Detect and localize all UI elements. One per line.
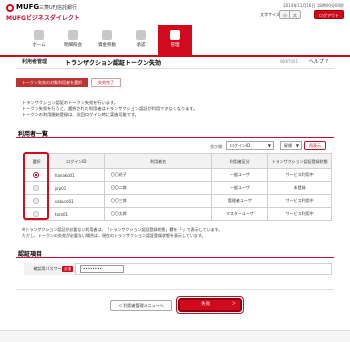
chevron-down-icon: ▼ (295, 143, 299, 148)
help-label: ヘルプ (308, 59, 324, 65)
section-divider (16, 137, 334, 138)
sort-label: 並び順： (210, 144, 226, 149)
revoke-button[interactable]: 失効 ＞ (178, 298, 242, 312)
table-row[interactable]: taro01 〇〇太郎 マスターユーザ サービス利用中 (24, 207, 332, 221)
nav-statements[interactable]: 明細照会 (56, 25, 90, 55)
help-icon: ? (325, 59, 328, 65)
intro-line: トークンの利用開始登録は、次回ログイン時に実施可能です。 (22, 112, 139, 117)
confirm-password-input[interactable]: •••••••• (80, 265, 124, 273)
font-size-label: 文字サイズ (260, 12, 280, 17)
table-row[interactable]: saburo01 〇〇三郎 管理者ユーザ サービス利用中 (24, 194, 332, 208)
screen-id: BKKT001 (280, 59, 298, 64)
chevron-left-icon: ＜ (118, 303, 123, 308)
intro-text: トランザクション認証のトークン失効を行います。 トークン失効を行うと、選択された… (22, 100, 322, 118)
user-type: マスターユーザ (211, 207, 269, 221)
nav-label: 明細照会 (64, 43, 82, 48)
step-next: 失効完了 (91, 78, 121, 87)
reorder-label: 再表示 (309, 143, 321, 148)
login-id: saburo01 (47, 194, 105, 208)
col-user-name: 利用者名 (103, 153, 213, 169)
settings-icon (170, 30, 180, 40)
table-header-row: 選択 ログインID 利用者名 利用者区分 トランザクション認証登録状態 (24, 153, 332, 169)
order-select[interactable]: 昇順 ▼ (280, 141, 302, 150)
order-select-value: 昇順 (284, 143, 292, 148)
select-column-highlight (23, 152, 49, 220)
login-id: hanako01 (47, 168, 105, 182)
chevron-right-icon: ＞ (231, 302, 237, 307)
footer-divider (16, 289, 334, 290)
approval-icon (136, 30, 146, 40)
table-note: ※トランザクション認証が必要ない利用者は、「トランザクション認証登録状態」欄を「… (22, 227, 322, 239)
user-type: 一般ユーザ (211, 168, 269, 182)
step-indicator: トークン失効の対象利用者を選択 失効完了 (16, 78, 124, 87)
auth-status: 未登録 (267, 181, 332, 195)
nav-label: ホーム (32, 43, 46, 48)
user-name: 〇〇三郎 (103, 194, 213, 208)
brand-logo-text: MUFG (16, 3, 40, 11)
nav-label: 管理 (170, 43, 180, 48)
back-to-menu-button[interactable]: ＜ 利用者管理メニューへ (110, 300, 172, 311)
reorder-button[interactable]: 再表示 (304, 141, 326, 150)
table-row[interactable]: hanako01 〇〇花子 一般ユーザ サービス利用中 (24, 168, 332, 182)
service-name: MUFGビジネスダイレクト (6, 15, 80, 22)
section-divider (16, 257, 334, 258)
help-link[interactable]: ヘルプ ? (309, 58, 328, 65)
user-name: 〇〇二郎 (103, 181, 213, 195)
logout-button[interactable]: ログアウト (314, 10, 344, 19)
home-icon (34, 30, 44, 40)
money-icon (102, 30, 112, 40)
login-id: taro01 (47, 207, 105, 221)
users-table: 選択 ログインID 利用者名 利用者区分 トランザクション認証登録状態 hana… (24, 153, 332, 221)
sort-select-value: ログインID (230, 143, 251, 148)
user-type: 一般ユーザ (211, 181, 269, 195)
auth-status: サービス利用中 (267, 207, 332, 221)
auth-status: サービス利用中 (267, 168, 332, 182)
required-badge: 必須 (62, 266, 73, 272)
nav-approval[interactable]: 承認 (124, 25, 158, 55)
col-login-id: ログインID (47, 153, 105, 169)
sort-select[interactable]: ログインID ▼ (226, 141, 274, 150)
bank-name: 三菱UFJ信託銀行 (39, 5, 78, 11)
table-row[interactable]: jiro01 〇〇二郎 一般ユーザ 未登録 (24, 181, 332, 195)
col-user-type: 利用者区分 (211, 153, 269, 169)
nav-management[interactable]: 管理 (158, 25, 192, 55)
nav-home[interactable]: ホーム (22, 25, 56, 55)
global-nav: ホーム 明細照会 資金移動 承認 管理 (22, 25, 192, 55)
user-name: 〇〇太郎 (103, 207, 213, 221)
chevron-down-icon: ▼ (267, 143, 271, 148)
page-category: 利用者管理 (22, 59, 48, 65)
nav-transfer[interactable]: 資金移動 (90, 25, 124, 55)
document-icon (68, 30, 78, 40)
nav-label: 資金移動 (98, 43, 116, 48)
step-current: トークン失効の対象利用者を選択 (16, 78, 88, 87)
login-id: jiro01 (47, 181, 105, 195)
auth-status: サービス利用中 (267, 194, 332, 208)
nav-label: 承認 (136, 43, 146, 48)
login-datetime: 2014年11月16日 18時00分00秒 (283, 3, 344, 8)
back-label: 利用者管理メニューへ (123, 303, 164, 308)
page-title: トランザクション認証トークン失効 (65, 60, 162, 67)
page-footer (0, 330, 350, 342)
mufg-logo-icon (6, 4, 14, 12)
note-line: ただし、トークンの失効が必要ない場合は、現在のトランザクション認証登録状態を表示… (22, 233, 206, 238)
user-type: 管理者ユーザ (211, 194, 269, 208)
user-name: 〇〇花子 (103, 168, 213, 182)
revoke-label: 失効 (201, 302, 211, 307)
col-auth-status: トランザクション認証登録状態 (267, 153, 332, 169)
font-large-button[interactable]: 大 (289, 10, 301, 19)
